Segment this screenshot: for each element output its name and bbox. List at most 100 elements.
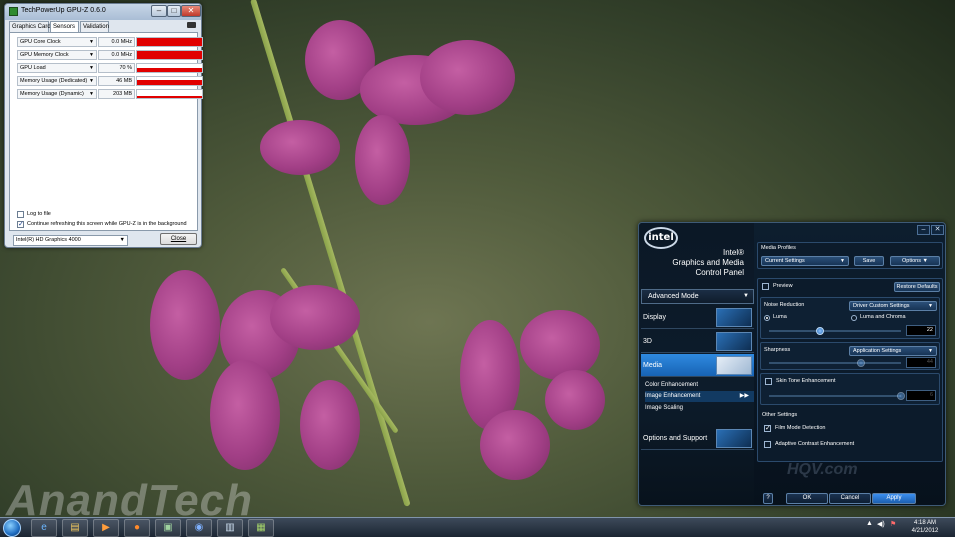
ok-button[interactable]: OK xyxy=(786,493,828,504)
skin-tone-slider-track xyxy=(769,395,901,397)
intel-logo: intel xyxy=(644,227,678,249)
mode-select[interactable]: Advanced Mode ▼ xyxy=(641,289,754,304)
3d-icon xyxy=(716,332,752,351)
sensor-name[interactable]: Memory Usage (Dedicated) ▼ xyxy=(17,76,97,86)
sharpness-value[interactable]: 44 xyxy=(906,357,936,368)
cancel-button[interactable]: Cancel xyxy=(829,493,871,504)
noise-slider-knob[interactable] xyxy=(816,327,824,335)
file-explorer-icon[interactable]: ▤ xyxy=(62,519,88,537)
continue-refresh-label: Continue refreshing this screen while GP… xyxy=(27,221,187,227)
media-player-icon[interactable]: ▶ xyxy=(93,519,119,537)
preview-checkbox[interactable] xyxy=(762,283,769,290)
subnav-image-enhancement[interactable]: Image Enhancement ▶▶ xyxy=(645,391,754,402)
taskbar: e ▤ ▶ ● ▣ ◉ ▥ ▦ ▲ ◀) ⚑ 4:18 AM 4/21/2012 xyxy=(0,517,955,537)
other-settings-label: Other Settings xyxy=(762,412,798,418)
luma-label: Luma xyxy=(773,314,787,320)
close-window-button[interactable]: ✕ xyxy=(931,225,944,235)
fast-forward-icon: ▶▶ xyxy=(739,393,749,399)
sensor-name[interactable]: Memory Usage (Dynamic) ▼ xyxy=(17,89,97,99)
sensor-name[interactable]: GPU Core Clock ▼ xyxy=(17,37,97,47)
subnav-color-enhancement[interactable]: Color Enhancement xyxy=(645,380,754,391)
close-window-button[interactable]: ✕ xyxy=(181,5,201,17)
nav-options-and-support[interactable]: Options and Support xyxy=(641,427,754,450)
enhancement-section: Preview Restore Defaults Noise Reduction… xyxy=(757,278,943,462)
action-center-icon[interactable]: ⚑ xyxy=(890,520,896,528)
sensor-name[interactable]: GPU Memory Clock ▼ xyxy=(17,50,97,60)
gpu-select[interactable]: Intel(R) HD Graphics 4000 ▼ xyxy=(13,235,128,246)
sharpness-select[interactable]: Application Settings ▼ xyxy=(849,346,937,356)
sensor-graph xyxy=(136,63,203,73)
sensor-row: GPU Load ▼ 70 % xyxy=(14,63,203,74)
orchid-petal xyxy=(270,285,360,350)
intel-panel-taskbar-icon[interactable]: ▦ xyxy=(248,519,274,537)
sensor-graph-fill xyxy=(137,68,202,72)
film-mode-checkbox[interactable] xyxy=(764,424,771,432)
dropdown-arrow-icon: ▼ xyxy=(89,78,94,84)
save-button[interactable]: Save xyxy=(854,256,884,266)
adaptive-contrast-label: Adaptive Contrast Enhancement xyxy=(775,441,855,447)
intel-control-panel: intel Intel® Graphics and Media Control … xyxy=(638,222,946,506)
sensor-graph-fill xyxy=(137,96,202,98)
luma-chroma-radio[interactable] xyxy=(851,315,857,321)
skin-tone-value[interactable]: 6 xyxy=(906,390,936,401)
firefox-icon[interactable]: ● xyxy=(124,519,150,537)
minimize-button[interactable]: – xyxy=(917,225,930,235)
profile-select[interactable]: Current Settings ▼ xyxy=(761,256,849,266)
nav-display[interactable]: Display xyxy=(641,306,754,329)
help-button[interactable]: ? xyxy=(763,493,773,504)
dropdown-arrow-icon: ▼ xyxy=(928,303,933,309)
sharpness-slider-knob[interactable] xyxy=(857,359,865,367)
noise-value[interactable]: 22 xyxy=(906,325,936,336)
maximize-button[interactable]: □ xyxy=(167,5,181,17)
media-center-icon[interactable]: ◉ xyxy=(186,519,212,537)
noise-reduction-select[interactable]: Driver Custom Settings ▼ xyxy=(849,301,937,311)
nav-3d[interactable]: 3D xyxy=(641,330,754,353)
sensor-row: Memory Usage (Dynamic) ▼ 203 MB xyxy=(14,89,203,100)
dropdown-arrow-icon: ▼ xyxy=(119,237,125,243)
volume-icon[interactable]: ◀) xyxy=(877,520,885,528)
skin-tone-slider-knob[interactable] xyxy=(897,392,905,400)
close-button[interactable]: Close xyxy=(160,233,197,245)
gpuz-window: TechPowerUp GPU-Z 0.6.0 – □ ✕ Graphics C… xyxy=(4,3,203,248)
orchid-petal xyxy=(480,410,550,480)
subnav-image-scaling[interactable]: Image Scaling xyxy=(645,403,754,414)
gpuz-taskbar-icon[interactable]: ▥ xyxy=(217,519,243,537)
sharpness-group: Sharpness Application Settings ▼ 44 xyxy=(760,342,940,370)
sensor-value: 0.0 MHz xyxy=(98,50,135,60)
sensor-graph xyxy=(136,89,203,99)
orchid-petal xyxy=(150,270,220,380)
internet-explorer-icon[interactable]: e xyxy=(31,519,57,537)
restore-defaults-button[interactable]: Restore Defaults xyxy=(894,282,940,292)
sensor-graph xyxy=(136,37,203,47)
luma-chroma-label: Luma and Chroma xyxy=(860,314,906,320)
tab-graphics-card[interactable]: Graphics Card xyxy=(9,21,51,32)
log-to-file-checkbox[interactable] xyxy=(17,211,24,218)
adaptive-contrast-checkbox[interactable] xyxy=(764,441,771,448)
sensor-row: GPU Core Clock ▼ 0.0 MHz xyxy=(14,37,203,48)
options-button[interactable]: Options ▼ xyxy=(890,256,940,266)
skin-tone-checkbox[interactable] xyxy=(765,378,772,385)
clock[interactable]: 4:18 AM 4/21/2012 xyxy=(905,519,945,535)
nav-media[interactable]: Media xyxy=(641,354,754,377)
brand-line: Control Panel xyxy=(695,268,744,277)
orchid-petal xyxy=(260,120,340,175)
gpuz-title: TechPowerUp GPU-Z 0.6.0 xyxy=(21,7,106,14)
luma-radio[interactable] xyxy=(764,315,770,321)
apply-button[interactable]: Apply xyxy=(872,493,916,504)
dropdown-arrow-icon: ▼ xyxy=(928,348,933,354)
gpuz-titlebar[interactable]: TechPowerUp GPU-Z 0.6.0 – □ ✕ xyxy=(5,4,201,20)
noise-reduction-label: Noise Reduction xyxy=(764,302,805,308)
dropdown-arrow-icon: ▼ xyxy=(89,39,94,45)
continue-refresh-checkbox[interactable] xyxy=(17,220,24,228)
show-hidden-icons-icon[interactable]: ▲ xyxy=(866,520,873,527)
clock-time: 4:18 AM xyxy=(913,520,936,526)
skin-tone-group: Skin Tone Enhancement 6 xyxy=(760,373,940,405)
start-button[interactable] xyxy=(3,519,21,537)
tab-validation[interactable]: Validation xyxy=(80,21,109,32)
network-icon[interactable]: ▣ xyxy=(155,519,181,537)
sensor-value: 203 MB xyxy=(98,89,135,99)
noise-reduction-group: Noise Reduction Driver Custom Settings ▼ … xyxy=(760,297,940,339)
sensor-name[interactable]: GPU Load ▼ xyxy=(17,63,97,73)
minimize-button[interactable]: – xyxy=(151,5,167,17)
camera-icon[interactable] xyxy=(187,22,196,28)
